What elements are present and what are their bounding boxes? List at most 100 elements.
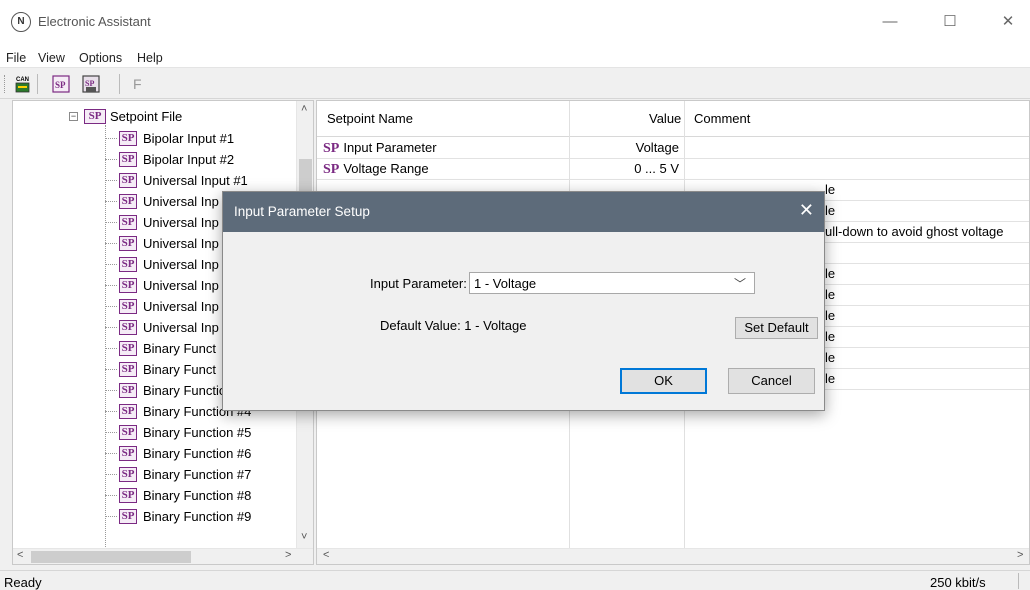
tree-connector [105,327,117,328]
scroll-right-icon[interactable]: > [1017,549,1023,561]
menu-view[interactable]: View [38,51,65,65]
scroll-thumb[interactable] [31,551,191,563]
save-setpoint-button[interactable]: SP [80,73,102,95]
menu-options[interactable]: Options [79,51,122,65]
tree-item[interactable]: SP Binary Function #7 [119,464,251,484]
minimize-button[interactable]: — [870,8,910,36]
tree-item[interactable]: SP Universal Inp [119,254,219,274]
dialog-close-icon[interactable]: ✕ [799,200,814,221]
cancel-button[interactable]: Cancel [728,368,815,394]
menu-help[interactable]: Help [137,51,163,65]
setpoint-icon: SP [119,151,137,167]
setpoint-icon: SP [119,340,137,356]
tree-connector [105,348,117,349]
column-header-comment[interactable]: Comment [694,111,750,126]
tree-item[interactable]: SP Binary Function #6 [119,443,251,463]
tree-item[interactable]: SP Bipolar Input #1 [119,128,234,148]
tree-item[interactable]: SP Universal Inp [119,296,219,316]
bitrate-status: 250 kbit/s [930,575,986,590]
tree-item[interactable]: SP Binary Function #9 [119,506,251,526]
cell-setpoint-name: SP Voltage Range [323,161,429,178]
table-row[interactable]: SP Input Parameter Voltage [317,138,1029,159]
svg-text:SP: SP [85,79,94,88]
setpoint-icon: SP [119,508,137,524]
tree-item[interactable]: SP Binary Function #8 [119,485,251,505]
input-parameter-value: 1 - Voltage [474,276,537,291]
tree-connector [105,516,117,517]
setpoint-icon: SP [119,445,137,461]
cell-comment: le [825,266,836,281]
setpoint-icon: SP [119,487,137,503]
can-connect-icon: CAN [15,77,30,93]
tree-horizontal-scrollbar[interactable]: < > [13,548,313,564]
tree-connector [105,138,117,139]
input-parameter-label: Input Parameter: [370,276,467,291]
tree-item-label: Universal Inp [143,193,219,209]
cell-comment: le [825,371,836,386]
tree-item-label: Binary Function #7 [143,466,252,482]
tree-item[interactable]: SP Universal Inp [119,233,219,253]
input-parameter-dialog: Input Parameter Setup ✕ Input Parameter:… [222,191,825,411]
tree-item[interactable]: SP Universal Input #1 [119,170,248,190]
column-header-value[interactable]: Value [649,111,681,126]
can-connect-button[interactable]: CAN [12,73,34,95]
toolbar-separator [37,74,38,94]
scroll-left-icon[interactable]: < [17,549,23,561]
setpoint-icon: SP [119,424,137,440]
cell-value: 0 ... 5 V [634,161,679,176]
setpoint-icon: SP [119,319,137,335]
tree-root-setpoint-file[interactable]: − SP Setpoint File [69,107,182,125]
set-default-button[interactable]: Set Default [735,317,818,339]
setpoint-file-icon: SP [52,75,70,93]
open-setpoint-button[interactable]: SP [50,73,72,95]
tree-item[interactable]: SP Binary Function #5 [119,422,251,442]
tree-item-label: Bipolar Input #1 [143,130,235,146]
tree-item[interactable]: SP Universal Inp [119,212,219,232]
tree-connector [105,285,117,286]
tree-item-label: Universal Inp [143,214,219,230]
tree-connector [105,306,117,307]
setpoint-icon: SP [119,298,137,314]
save-setpoint-icon: SP [82,75,100,93]
cell-comment: le [825,287,836,302]
scroll-up-icon[interactable]: ˄ [301,103,307,115]
scroll-down-icon[interactable]: ˅ [301,531,307,543]
flash-button[interactable]: F [133,76,142,92]
tree-item[interactable]: SP Universal Inp [119,275,219,295]
tree-item[interactable]: SP Universal Inp [119,191,219,211]
setpoint-name-text: Voltage Range [343,161,429,176]
tree-connector [105,453,117,454]
column-header-name[interactable]: Setpoint Name [327,111,413,126]
tree-item-label: Universal Inp [143,256,219,272]
tree-connector [105,432,117,433]
toolbar: CAN SP SP F [0,69,1030,99]
tree-connector [105,495,117,496]
setpoint-icon: SP [119,256,137,272]
tree-item[interactable]: SP Binary Funct [119,359,216,379]
cell-comment: le [825,329,836,344]
grid-horizontal-scrollbar[interactable]: < > [317,548,1029,564]
tree-item-label: Binary Function #5 [143,424,252,440]
chevron-down-icon: ﹀ [733,277,746,291]
ok-button[interactable]: OK [620,368,707,394]
maximize-button[interactable]: ☐ [930,8,970,36]
tree-connector [105,390,117,391]
tree-item[interactable]: SP Bipolar Input #2 [119,149,234,169]
tree-root-label: Setpoint File [110,108,183,124]
input-parameter-select[interactable]: 1 - Voltage ﹀ [469,272,755,294]
tree-item[interactable]: SP Universal Inp [119,317,219,337]
cell-setpoint-name: SP Input Parameter [323,140,437,157]
tree-item-label: Binary Function #8 [143,487,252,503]
collapse-icon[interactable]: − [69,111,78,121]
table-row[interactable]: SP Voltage Range 0 ... 5 V [317,159,1029,180]
app-logo-icon: N [11,12,31,32]
scroll-right-icon[interactable]: > [285,549,291,561]
menu-file[interactable]: File [6,51,26,65]
tree-item-label: Universal Inp [143,235,219,251]
cell-comment: le [825,308,836,323]
scroll-left-icon[interactable]: < [323,549,329,561]
tree-item[interactable]: SP Binary Funct [119,338,216,358]
tree-connector [105,474,117,475]
setpoint-icon: SP [119,214,137,230]
close-window-button[interactable]: ✕ [988,8,1028,36]
